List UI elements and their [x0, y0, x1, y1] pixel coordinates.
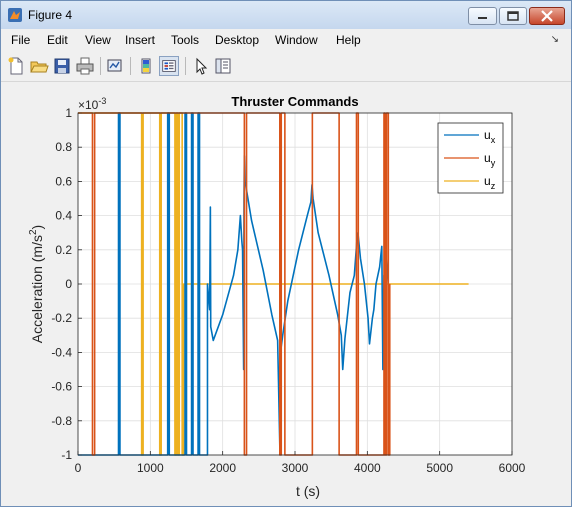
- menu-window[interactable]: Window: [275, 33, 318, 47]
- y-axis-label: Acceleration (m/s2): [28, 225, 45, 343]
- colorbar-icon[interactable]: [136, 56, 156, 76]
- link-plot-icon[interactable]: [105, 56, 125, 76]
- x-tick-label: 3000: [282, 461, 309, 475]
- thruster-commands-plot[interactable]: 0 1000 2000 3000 4000 5000 6000 -1 -0.8 -0.6 -0.4 -…: [4, 83, 568, 502]
- figure-window: Figure 4 File Edit View Insert Tools Des…: [0, 0, 572, 507]
- x-tick-label: 5000: [426, 461, 453, 475]
- y-tick-label: 0.6: [55, 174, 72, 188]
- y-tick-label: -0.6: [51, 380, 72, 394]
- chart-title: Thruster Commands: [231, 94, 358, 109]
- menu-insert[interactable]: Insert: [125, 33, 155, 47]
- x-tick-label: 6000: [499, 461, 526, 475]
- open-file-icon[interactable]: [29, 56, 49, 76]
- legend-uy-sub: y: [491, 158, 496, 168]
- y-tick-label: 0.4: [55, 209, 72, 223]
- y-tick-label: -1: [61, 448, 72, 462]
- menu-file[interactable]: File: [11, 33, 30, 47]
- dock-arrow-icon[interactable]: ↘: [551, 34, 559, 45]
- maximize-button[interactable]: [499, 7, 527, 25]
- menu-tools[interactable]: Tools: [171, 33, 199, 47]
- y-axis-label-main: Acceleration (m/s: [29, 235, 45, 343]
- y-tick-label: 0: [65, 277, 72, 291]
- legend-icon[interactable]: [159, 56, 179, 76]
- y-tick-label: 0.8: [55, 140, 72, 154]
- minimize-icon: [478, 17, 487, 19]
- toolbar-separator: [185, 57, 186, 75]
- x-tick-label: 0: [75, 461, 82, 475]
- x-tick-label: 4000: [354, 461, 381, 475]
- menu-edit[interactable]: Edit: [47, 33, 68, 47]
- y-tick-label: 1: [65, 106, 72, 120]
- y-tick-label: -0.2: [51, 311, 72, 325]
- menu-help[interactable]: Help: [336, 33, 361, 47]
- legend[interactable]: ux uy uz: [437, 122, 504, 194]
- maximize-icon: [507, 11, 519, 21]
- x-tick-label: 2000: [209, 461, 236, 475]
- new-figure-icon[interactable]: [6, 56, 26, 76]
- close-button[interactable]: [529, 7, 565, 25]
- y-exponent-base: ×10: [78, 98, 99, 112]
- save-icon[interactable]: [52, 56, 72, 76]
- toolbar-separator: [100, 57, 101, 75]
- y-tick-label: -0.8: [51, 414, 72, 428]
- window-title: Figure 4: [28, 8, 73, 22]
- legend-ux-sub: x: [491, 135, 496, 145]
- figure-toolbar: [1, 51, 571, 82]
- close-icon: [541, 10, 553, 22]
- y-exponent-power: -3: [98, 96, 106, 106]
- print-icon[interactable]: [75, 56, 95, 76]
- legend-uz-base: u: [484, 174, 491, 188]
- x-tick-label: 1000: [137, 461, 164, 475]
- title-bar[interactable]: Figure 4: [1, 1, 571, 29]
- matlab-figure-icon: [8, 8, 22, 22]
- menu-view[interactable]: View: [85, 33, 111, 47]
- y-tick-label: -0.4: [51, 345, 72, 359]
- legend-uz-sub: z: [491, 181, 496, 191]
- minimize-button[interactable]: [468, 7, 497, 25]
- figure-canvas: 0 1000 2000 3000 4000 5000 6000 -1 -0.8 -0.6 -0.4 -…: [4, 83, 568, 502]
- y-exponent-label: ×10-3: [78, 96, 106, 112]
- y-axis-label-tail: ): [29, 225, 45, 230]
- pointer-icon[interactable]: [191, 56, 211, 76]
- x-axis-label: t (s): [296, 483, 320, 499]
- legend-ux-base: u: [484, 128, 491, 142]
- menu-desktop[interactable]: Desktop: [215, 33, 259, 47]
- legend-uy-base: u: [484, 151, 491, 165]
- property-inspector-icon[interactable]: [213, 56, 233, 76]
- toolbar-separator: [130, 57, 131, 75]
- menu-bar: File Edit View Insert Tools Desktop Wind…: [1, 29, 571, 51]
- y-tick-label: 0.2: [55, 243, 72, 257]
